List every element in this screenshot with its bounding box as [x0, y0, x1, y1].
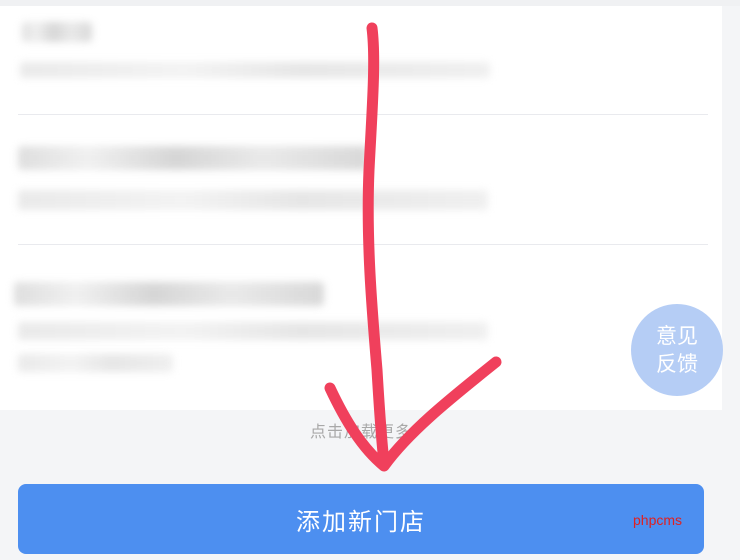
- store-list: [0, 6, 722, 410]
- store-address-line2-redacted: [18, 354, 173, 372]
- add-new-store-button[interactable]: 添加新门店: [18, 484, 704, 554]
- list-item[interactable]: [0, 114, 722, 244]
- store-name-redacted: [22, 22, 92, 42]
- feedback-label-line2: 反馈: [656, 352, 698, 376]
- store-name-redacted: [18, 146, 368, 170]
- list-item[interactable]: [0, 6, 722, 106]
- store-address-redacted: [18, 322, 488, 340]
- feedback-button[interactable]: 意见 反馈: [631, 304, 723, 396]
- load-more-link[interactable]: 点击加载更多: [0, 410, 722, 460]
- store-name-redacted: [14, 282, 324, 306]
- store-address-redacted: [20, 62, 490, 78]
- list-item[interactable]: [0, 244, 722, 414]
- store-address-redacted: [18, 190, 488, 210]
- watermark: phpcms: [633, 512, 683, 528]
- feedback-label-line1: 意见: [656, 324, 698, 348]
